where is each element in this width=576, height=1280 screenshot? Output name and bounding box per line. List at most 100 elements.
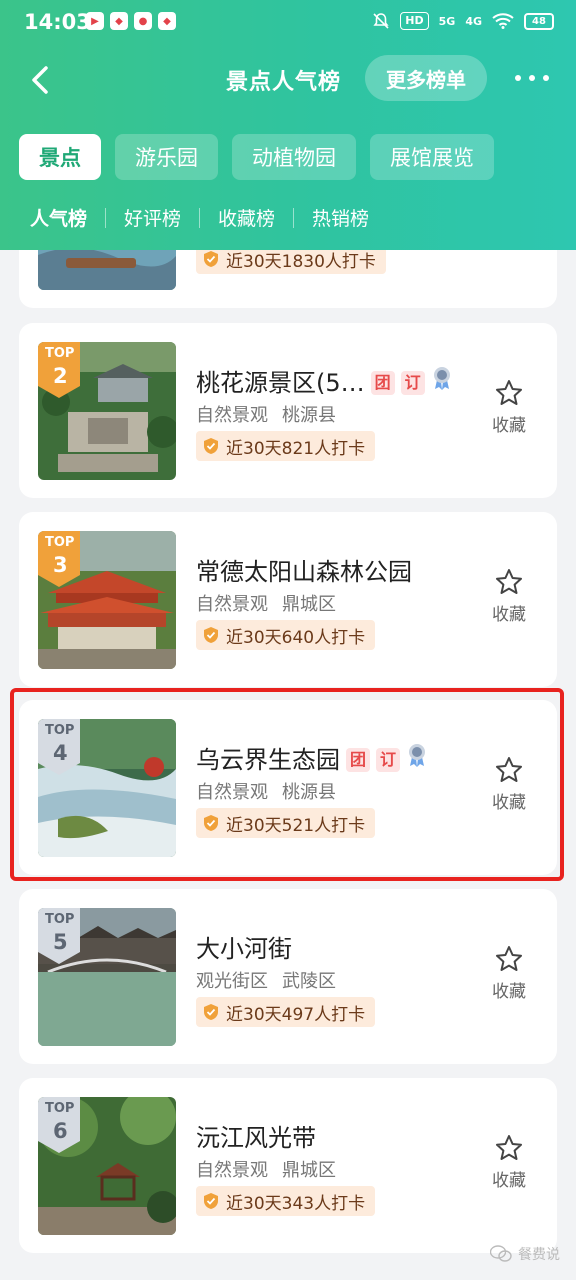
video-app-icon: ▶: [86, 12, 104, 30]
checkin-text: 近30天343人打卡: [226, 1193, 366, 1214]
checkin-badge-icon: [204, 815, 218, 831]
spot-category: 自然景观: [196, 782, 268, 803]
medal-icon: [409, 744, 425, 767]
star-icon: [496, 946, 522, 971]
watermark: 餐费说: [490, 1244, 560, 1264]
divider: [199, 207, 201, 228]
list-item[interactable]: TOP 3 常德太阳山森林公园 自然景观 鼎城区 近30天640人打卡 收藏: [19, 512, 557, 687]
spot-area: 鼎城区: [282, 1160, 336, 1181]
spot-meta: 自然景观 桃源县: [196, 401, 336, 427]
rank-number: 3: [53, 553, 68, 577]
spot-area: 鼎城区: [282, 594, 336, 615]
spot-category: 观光街区: [196, 971, 268, 992]
spot-area: 桃源县: [282, 405, 336, 426]
spot-title: 乌云界生态园团订: [196, 740, 428, 775]
spot-thumbnail: TOP 4: [38, 719, 176, 857]
favorite-button[interactable]: 收藏: [485, 945, 533, 1002]
category-tabs: 景点 游乐园 动植物园 展馆展览: [19, 134, 494, 180]
favorite-label: 收藏: [492, 416, 526, 436]
star-icon: [496, 569, 522, 594]
rank-number: 2: [53, 364, 68, 388]
checkin-count: 近30天640人打卡: [196, 620, 376, 650]
checkin-text: 近30天497人打卡: [226, 1004, 366, 1025]
status-notification-icons: ▶ ◆ ● ◆: [86, 12, 176, 30]
tab-exhibitions[interactable]: 展馆展览: [370, 134, 494, 180]
5g-indicator: 5G: [438, 14, 456, 28]
more-options-icon[interactable]: [512, 68, 552, 88]
medal-icon: [433, 367, 450, 390]
spot-meta: 自然景观 鼎城区: [196, 1156, 336, 1182]
hd-indicator: HD: [400, 12, 429, 30]
list-item[interactable]: TOP 2 桃花源景区(5… 团订 自然景观 桃源县 近30天821人打卡 收藏: [19, 323, 557, 498]
checkin-count: 近30天521人打卡: [196, 808, 376, 838]
back-arrow-icon[interactable]: [22, 60, 58, 100]
favorite-label: 收藏: [492, 605, 526, 625]
subtab-favorites[interactable]: 收藏榜: [218, 204, 275, 231]
spot-name: 沅江风光带: [196, 1124, 316, 1152]
checkin-text: 近30天1830人打卡: [226, 251, 376, 272]
favorite-label: 收藏: [492, 793, 526, 813]
star-icon: [496, 1135, 522, 1160]
tab-zoos-botanical[interactable]: 动植物园: [232, 134, 356, 180]
checkin-count: 近30天821人打卡: [196, 431, 376, 461]
star-icon: [496, 757, 522, 782]
rank-top-label: TOP: [45, 346, 75, 361]
subtab-popularity[interactable]: 人气榜: [30, 204, 87, 231]
checkin-badge-icon: [204, 438, 218, 454]
checkin-badge-icon: [204, 1193, 218, 1209]
rank-number: 6: [53, 1119, 68, 1143]
star-icon: [496, 380, 522, 405]
checkin-text: 近30天640人打卡: [226, 627, 366, 648]
list-item[interactable]: TOP 5 大小河街 观光街区 武陵区 近30天497人打卡 收藏: [19, 889, 557, 1064]
status-right: HD 5G 4G 48: [372, 12, 554, 30]
spot-name: 大小河街: [196, 935, 292, 963]
group-buy-tag: 团: [346, 748, 370, 772]
favorite-button[interactable]: 收藏: [485, 1134, 533, 1191]
subtab-best-selling[interactable]: 热销榜: [312, 204, 369, 231]
tab-scenic-spots[interactable]: 景点: [19, 134, 101, 180]
more-lists-button[interactable]: 更多榜单: [365, 55, 487, 101]
navbar: 景点人气榜 更多榜单: [0, 54, 576, 106]
spot-name: 常德太阳山森林公园: [196, 558, 412, 586]
spot-category: 自然景观: [196, 405, 268, 426]
checkin-text: 近30天521人打卡: [226, 815, 366, 836]
battery-icon: 48: [524, 12, 554, 30]
status-bar: 14:03 ▶ ◆ ● ◆ HD 5G 4G 48: [0, 0, 576, 44]
wechat-icon: [490, 1245, 512, 1262]
favorite-button[interactable]: 收藏: [485, 379, 533, 436]
rank-top-label: TOP: [45, 723, 75, 738]
spot-name: 桃花源景区(5…: [196, 369, 365, 397]
spot-title: 沅江风光带: [196, 1118, 316, 1153]
checkin-badge-icon: [204, 627, 218, 643]
rank-number: 5: [53, 930, 68, 954]
checkin-badge-icon: [204, 251, 218, 267]
divider: [293, 207, 295, 228]
spot-thumbnail: TOP 3: [38, 531, 176, 669]
booking-tag: 订: [400, 371, 425, 395]
group-buy-tag: 团: [370, 371, 395, 395]
spot-area: 桃源县: [282, 782, 336, 803]
spot-category: 自然景观: [196, 1160, 268, 1181]
favorite-button[interactable]: 收藏: [485, 756, 533, 813]
spot-category: 自然景观: [196, 594, 268, 615]
subtab-ratings[interactable]: 好评榜: [124, 204, 181, 231]
favorite-button[interactable]: 收藏: [485, 568, 533, 625]
status-time: 14:03: [24, 10, 91, 34]
spot-title: 常德太阳山森林公园: [196, 552, 412, 587]
favorite-label: 收藏: [492, 982, 526, 1002]
spot-meta: 自然景观 鼎城区: [196, 590, 336, 616]
tab-amusement-parks[interactable]: 游乐园: [115, 134, 218, 180]
chat-app-icon: ●: [134, 12, 152, 30]
list-item[interactable]: TOP 6 沅江风光带 自然景观 鼎城区 近30天343人打卡 收藏: [19, 1078, 557, 1253]
rank-number: 4: [53, 741, 68, 765]
4g-indicator: 4G: [465, 14, 482, 28]
spot-thumbnail: TOP 6: [38, 1097, 176, 1235]
spot-name: 乌云界生态园: [196, 746, 340, 774]
checkin-count: 近30天497人打卡: [196, 997, 376, 1027]
checkin-text: 近30天821人打卡: [226, 438, 366, 459]
list-item[interactable]: TOP 4 乌云界生态园团订 自然景观 桃源县 近30天521人打卡 收藏: [19, 700, 557, 875]
spot-area: 武陵区: [282, 971, 336, 992]
spot-thumbnail: TOP 2: [38, 342, 176, 480]
watermark-text: 餐费说: [518, 1247, 560, 1263]
spot-title: 大小河街: [196, 929, 292, 964]
